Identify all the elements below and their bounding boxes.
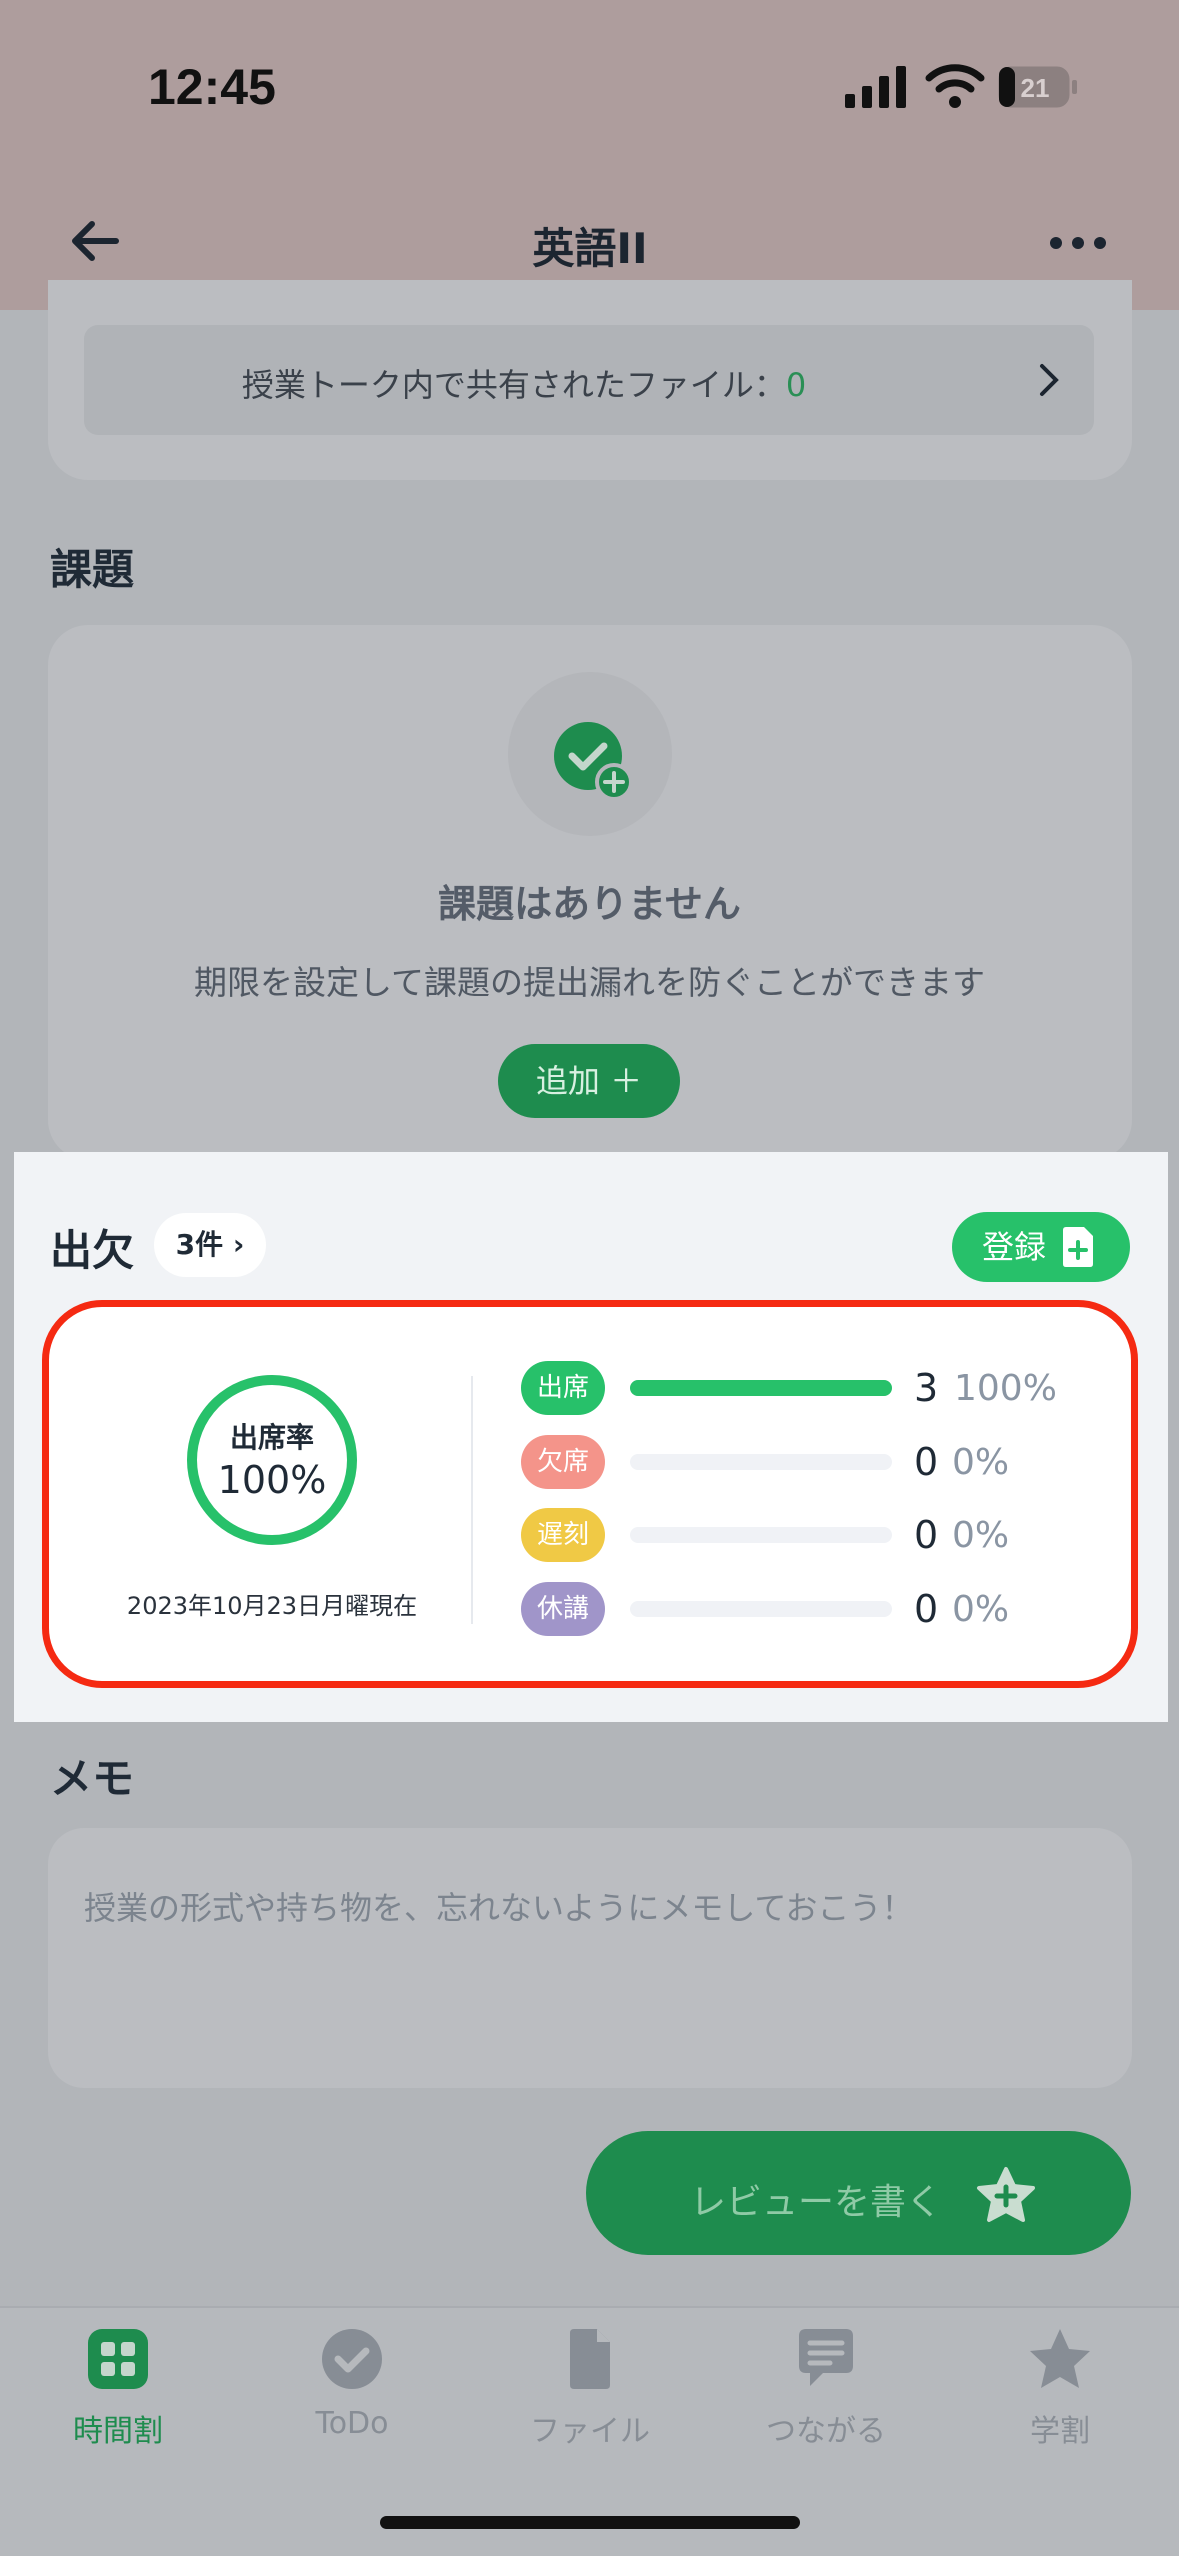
file-icon [570,2329,610,2389]
memo-section-title: メモ [50,1754,135,1803]
tasks-section-title: 課題 [50,545,135,594]
tab-label: ファイル [530,2414,650,2449]
check-add-icon [554,722,633,801]
stat-bar-fill [630,1380,892,1396]
check-icon [322,2329,382,2389]
register-attendance-button[interactable]: 登録 [952,1212,1130,1282]
battery-icon: 21 [998,66,1077,108]
stat-count: 3 [914,1366,939,1410]
register-label: 登録 [982,1228,1047,1266]
file-add-icon [1063,1227,1093,1267]
stat-percent: 0% [952,1589,1010,1630]
chevron-right-icon [1040,364,1059,396]
star-icon [1030,2329,1090,2388]
memo-card[interactable] [48,1828,1132,2088]
star-add-icon [977,2167,1035,2222]
attendance-as-of-date: 2023年10月23日月曜現在 [126,1592,418,1620]
tasks-empty-title: 課題はありません [438,882,741,926]
wifi-icon [925,64,985,108]
tab-timetable[interactable]: 時間割 [18,2326,218,2450]
back-arrow-icon[interactable] [66,212,124,270]
stat-badge: 遅刻 [521,1508,605,1562]
stat-percent: 100% [954,1368,1057,1409]
more-options-icon[interactable] [1048,226,1108,260]
home-indicator[interactable] [380,2516,800,2529]
stat-badge: 休講 [521,1582,605,1636]
shared-files-row[interactable]: 授業トーク内で共有されたファイル：0 [84,325,1094,435]
stat-bar-track [630,1601,892,1617]
divider [471,1376,473,1624]
attendance-section-title: 出欠 [50,1226,135,1275]
tab-student-discount[interactable]: 学割 [960,2326,1160,2450]
shared-files-count: 0 [785,366,807,404]
stat-badge: 欠席 [521,1435,605,1489]
attendance-rate-label: 出席率 [229,1421,314,1454]
shared-files-text: 授業トーク内で共有されたファイル：0 [84,360,964,406]
write-review-label: レビューを書く [690,2182,943,2223]
tab-label: 学割 [1030,2414,1090,2449]
tab-files[interactable]: ファイル [490,2326,690,2450]
stat-percent: 0% [952,1442,1010,1483]
tab-label: つながる [766,2414,886,2449]
add-task-button[interactable]: 追加 ＋ [498,1044,680,1118]
stat-bar-track [630,1527,892,1543]
tab-connect[interactable]: つながる [726,2326,926,2450]
battery-level: 21 [1021,73,1050,103]
signal-icon [845,66,906,108]
attendance-count-button[interactable]: 3件 › [154,1213,266,1277]
tasks-empty-description: 期限を設定して課題の提出漏れを防ぐことができます [193,963,985,1002]
stat-bar-track [630,1380,892,1396]
tab-label: ToDo [315,2406,389,2441]
stat-count: 0 [914,1587,939,1631]
page-title: 英語II [532,224,648,273]
timetable-icon [88,2329,148,2389]
memo-placeholder: 授業の形式や持ち物を、忘れないようにメモしておこう！ [84,1889,914,1927]
stat-count: 0 [914,1513,939,1557]
stat-badge: 出席 [521,1361,605,1415]
shared-files-label: 授業トーク内で共有されたファイル： [241,366,786,404]
tab-todo[interactable]: ToDo [252,2326,452,2441]
stat-count: 0 [914,1440,939,1484]
attendance-rate-value: 100% [217,1458,327,1502]
stat-bar-track [630,1454,892,1470]
chat-icon [799,2329,853,2386]
tab-label: 時間割 [73,2414,163,2449]
stat-percent: 0% [952,1515,1010,1556]
status-time: 12:45 [148,59,276,115]
